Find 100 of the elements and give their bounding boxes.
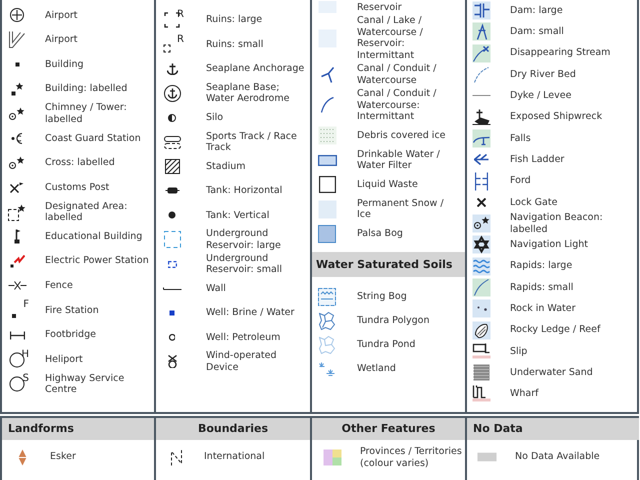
flag-icon — [14, 229, 20, 244]
pond-pattern-icon — [319, 336, 335, 354]
x-flag-icon — [10, 182, 24, 193]
filled-square-icon — [318, 224, 336, 242]
legend-label: Well: Petroleum — [206, 332, 280, 344]
legend-label: No Data Available — [515, 451, 600, 463]
legend-label: Ford — [510, 175, 531, 187]
legend-label: Esker — [50, 451, 76, 463]
legend-label: Slip — [510, 346, 528, 358]
six-point-star-icon — [472, 235, 490, 254]
legend-label: Canal / Lake / Watercourse / Reservoir: Intermittant — [357, 15, 424, 61]
legend-label: Wind-operated Device — [206, 350, 278, 374]
legend-label: Airport — [45, 10, 78, 22]
legend-label: Educational Building — [45, 230, 142, 242]
legend-label: Stadium — [206, 160, 246, 172]
small-square-icon — [169, 310, 175, 316]
section-heading: Other Features — [312, 418, 465, 440]
track-icon — [164, 136, 180, 149]
dot-arcs-icon — [11, 132, 23, 144]
legend-label: Well: Brine / Water — [206, 307, 294, 319]
legend-label: Sports Track / Race Track — [206, 130, 298, 154]
legend-label: Disappearing Stream — [510, 47, 610, 59]
legend-label: Rock in Water — [510, 303, 576, 315]
section-heading: Water Saturated Soils — [312, 252, 465, 276]
dotted-square-icon — [318, 126, 336, 145]
legend-label: Rapids: large — [510, 260, 572, 272]
slip-icon — [472, 343, 490, 360]
legend-label: Provinces / Territories (colour varies) — [360, 446, 463, 469]
legend-label: Dam: small — [510, 26, 564, 38]
letter-icon: H — [7, 350, 27, 370]
legend-label: Ruins: large — [206, 14, 262, 26]
legend-label: Customs Post — [45, 182, 110, 194]
legend-label: Liquid Waste — [357, 178, 418, 190]
beacon-icon — [472, 214, 490, 234]
legend-label: Designated Area: labelled — [45, 200, 128, 224]
dashed-square-star-icon — [8, 204, 26, 221]
legend-label: Tank: Horizontal — [206, 185, 282, 197]
bog-icon — [318, 288, 336, 306]
wharf-icon — [472, 385, 490, 402]
legend-label: Silo — [206, 112, 224, 124]
legend-label: Tundra Pond — [357, 338, 416, 350]
dam-icon — [472, 1, 490, 20]
legend-label: Fence — [45, 280, 73, 292]
waves-icon — [472, 256, 490, 276]
sand-pattern-icon — [472, 364, 490, 382]
circle-star-icon — [9, 107, 25, 120]
legend-label: Canal / Conduit / Watercourse: Intermittant — [357, 88, 438, 122]
polygon-pattern-icon — [319, 312, 335, 330]
legend-label: Navigation Beacon: labelled — [510, 212, 604, 236]
windmill-icon — [168, 354, 176, 368]
legend-label: Navigation Light — [510, 239, 588, 251]
legend-label: Drinkable Water / Water Filter — [357, 148, 441, 172]
dashed-curve-icon — [474, 66, 488, 83]
legend-label: Falls — [510, 132, 531, 144]
legend-label: Fire Station — [45, 304, 99, 316]
footbridge-icon — [10, 330, 24, 340]
airport-icon — [10, 8, 24, 22]
legend-label: Wetland — [357, 362, 396, 374]
legend-label: Electric Power Station — [45, 255, 149, 267]
power-station-icon — [10, 254, 24, 268]
legend-label: Debris covered ice — [357, 130, 446, 142]
legend-label: Building — [45, 58, 84, 70]
legend-label: Coast Guard Station — [45, 132, 141, 144]
legend-label: Rapids: small — [510, 282, 574, 294]
square-icon — [14, 62, 20, 67]
legend-label: String Bog — [357, 290, 407, 302]
dashed-square-icon — [164, 231, 180, 248]
water-filter-icon — [318, 154, 336, 166]
snow-square-icon — [318, 200, 336, 218]
ford-icon — [474, 172, 488, 191]
ring-icon — [168, 334, 176, 341]
pastel-squares-icon — [322, 449, 342, 466]
legend-label: Permanent Snow / Ice — [357, 198, 445, 220]
circle-star-icon — [9, 156, 25, 170]
dot-icon — [168, 211, 176, 220]
tank-icon — [164, 187, 180, 194]
anchor-icon — [166, 62, 178, 75]
legend-label: Airport — [45, 34, 78, 46]
legend-label: Exposed Shipwreck — [510, 111, 602, 123]
falls-icon — [472, 128, 490, 148]
letter-icon: S — [7, 374, 27, 394]
legend-label: Palsa Bog — [357, 228, 403, 240]
legend-label: Canal / Conduit / Watercourse — [357, 63, 438, 86]
section-heading: No Data — [467, 418, 639, 440]
shipwreck-icon — [472, 109, 490, 126]
legend-label: Reservoir — [357, 2, 402, 13]
legend-label: Ruins: small — [206, 38, 264, 50]
legend-label: Fish Ladder — [510, 154, 564, 166]
legend-label: Seaplane Anchorage — [206, 63, 304, 75]
legend-label: Heliport — [45, 354, 83, 366]
legend-label: Dyke / Levee — [510, 90, 572, 102]
no-data-swatch-icon — [477, 452, 497, 462]
lock-gate-icon — [476, 198, 486, 207]
branch-icon — [320, 66, 334, 82]
section-heading: Landforms — [2, 418, 154, 440]
dam-small-icon — [472, 22, 490, 42]
legend-label: Dry River Bed — [510, 68, 576, 80]
curve-icon — [320, 97, 334, 114]
wall-icon — [162, 286, 182, 290]
half-circle-icon — [168, 114, 176, 122]
